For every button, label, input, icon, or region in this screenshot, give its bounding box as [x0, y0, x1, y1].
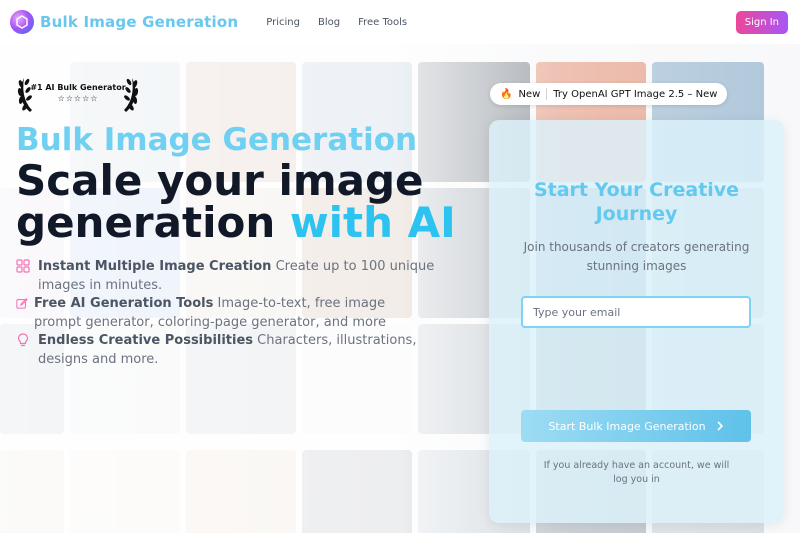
- feature-text: Free AI Generation Tools Image-to-text, …: [34, 294, 385, 313]
- announcement-text: Try OpenAI GPT Image 2.5 – New: [553, 88, 718, 100]
- announcement-pill[interactable]: 🔥 New Try OpenAI GPT Image 2.5 – New: [490, 83, 728, 105]
- feature-item: Free AI Generation Tools Image-to-text, …: [16, 294, 456, 332]
- email-input[interactable]: [521, 296, 751, 328]
- hero-headline-accent: with AI: [289, 198, 456, 247]
- nav-link-free-tools[interactable]: Free Tools: [358, 17, 407, 28]
- badge-title: #1 AI Bulk Generator: [30, 83, 126, 92]
- feature-text: Instant Multiple Image Creation Create u…: [38, 257, 434, 276]
- feature-desc-cont: designs and more.: [38, 352, 159, 367]
- chevron-right-icon: [716, 421, 723, 431]
- feature-desc: Image-to-text, free image: [213, 296, 386, 311]
- new-badge: New: [518, 88, 541, 100]
- nav-link-pricing[interactable]: Pricing: [266, 17, 300, 28]
- hero-kicker: Bulk Image Generation: [16, 122, 418, 158]
- logo[interactable]: Bulk Image Generation: [10, 10, 238, 34]
- top-navbar: Bulk Image Generation Pricing Blog Free …: [0, 0, 800, 44]
- login-note-line1: If you already have an account, we will: [543, 460, 730, 471]
- feature-title: Endless Creative Possibilities: [38, 333, 254, 348]
- feature-desc: Create up to 100 unique: [271, 259, 435, 274]
- feature-title: Instant Multiple Image Creation: [38, 259, 272, 274]
- award-badge: #1 AI Bulk Generator ☆☆☆☆☆: [16, 74, 140, 114]
- feature-item: Instant Multiple Image Creation Create u…: [16, 257, 456, 295]
- sign-in-button[interactable]: Sign In: [735, 10, 788, 34]
- signup-title-line1: Start Your Creative: [533, 179, 740, 201]
- fire-icon: 🔥: [500, 88, 513, 100]
- signup-subtitle-line2: stunning images: [586, 259, 687, 273]
- start-generation-button[interactable]: Start Bulk Image Generation: [521, 410, 751, 442]
- hero-headline-line2: generation with AI: [16, 200, 456, 246]
- start-generation-label: Start Bulk Image Generation: [548, 419, 706, 433]
- feature-item: Endless Creative Possibilities Character…: [16, 331, 456, 369]
- pill-divider: [546, 88, 548, 100]
- badge-stars: ☆☆☆☆☆: [57, 94, 99, 103]
- signup-card-subtitle: Join thousands of creators generating st…: [489, 238, 784, 276]
- nav-link-blog[interactable]: Blog: [318, 17, 340, 28]
- signup-card-title: Start Your Creative Journey: [489, 178, 784, 226]
- edit-icon: [16, 298, 28, 309]
- feature-desc: Characters, illustrations,: [253, 333, 417, 348]
- feature-title: Free AI Generation Tools: [34, 296, 214, 311]
- feature-desc-cont: images in minutes.: [38, 278, 163, 293]
- signup-subtitle-line1: Join thousands of creators generating: [523, 240, 750, 254]
- hero-headline-main: generation: [16, 198, 290, 247]
- lightbulb-icon: [17, 333, 29, 347]
- signup-title-line2: Journey: [595, 203, 678, 225]
- logo-icon: [10, 10, 34, 34]
- main-nav: Pricing Blog Free Tools: [266, 17, 407, 28]
- login-note-line2: log you in: [613, 474, 660, 485]
- logo-text: Bulk Image Generation: [40, 13, 239, 31]
- login-note: If you already have an account, we will …: [489, 459, 784, 487]
- grid-icon: [16, 259, 30, 273]
- feature-text: Endless Creative Possibilities Character…: [38, 331, 416, 350]
- feature-desc-cont: prompt generator, coloring-page generato…: [34, 315, 386, 330]
